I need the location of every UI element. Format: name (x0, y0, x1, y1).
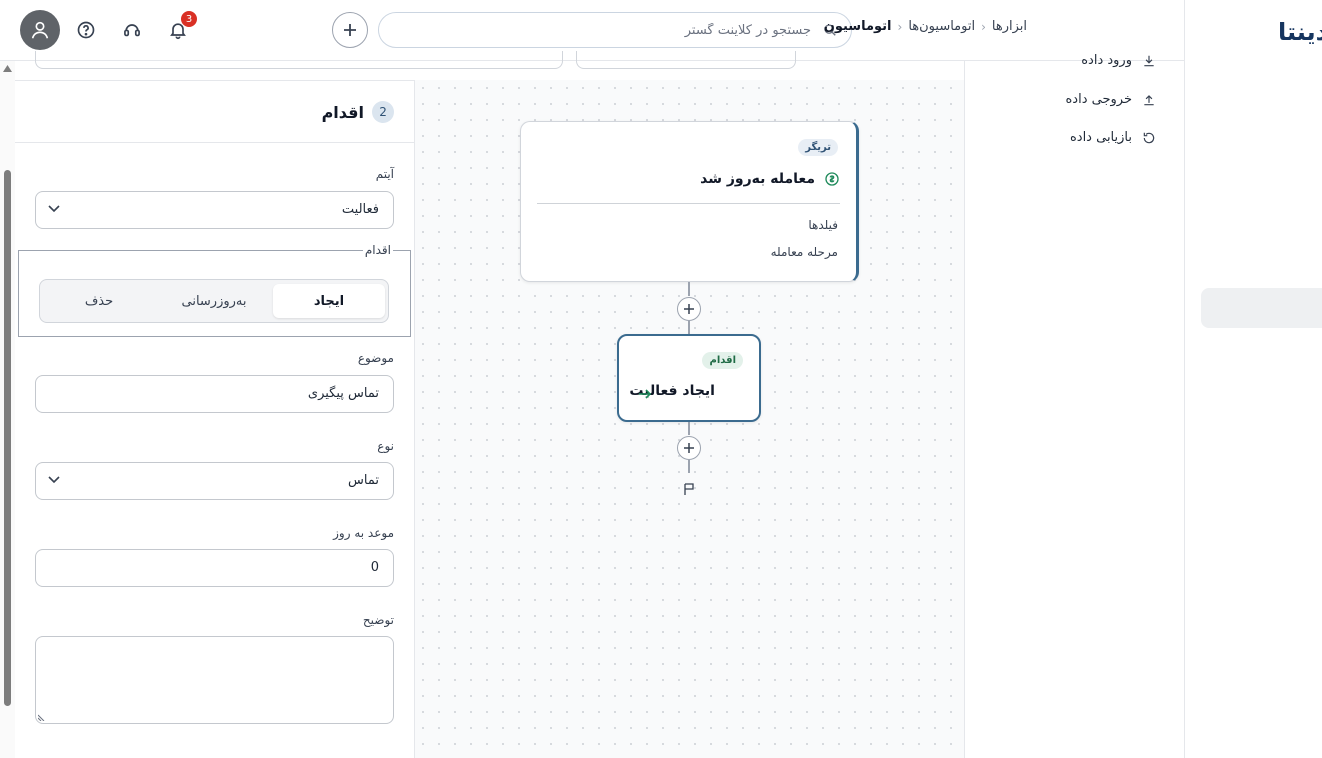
action-segmented-control: ایجاد به‌روزرسانی حذف (39, 279, 389, 323)
toolbar-strip (15, 51, 964, 81)
action-settings-panel: 2 اقدام آیتم فعالیت اقدام ایجاد به‌روزرس… (15, 81, 414, 758)
notification-count-badge: 3 (180, 10, 198, 28)
settings-menu-panel: ورود داده خروجی داده بازیابی داده (964, 53, 1184, 758)
upload-icon (1144, 94, 1154, 105)
action-tag: اقدام (702, 352, 743, 369)
chevron-down-icon (48, 476, 60, 484)
menu-item-label: بازیابی داده (1069, 130, 1132, 145)
subject-label: موضوع (357, 351, 394, 365)
deal-icon (825, 172, 839, 186)
resize-handle-icon[interactable] (38, 713, 46, 721)
subject-input-value: تماس پیگیری (307, 386, 379, 401)
connector-line (688, 282, 690, 296)
breadcrumb-separator: ‹ (897, 19, 903, 34)
trigger-title: معامله به‌روز شد (700, 171, 815, 187)
arrow-right-icon (639, 389, 652, 399)
connector-line (688, 460, 690, 473)
breadcrumb-separator: ‹ (981, 19, 986, 34)
item-select-value: فعالیت (341, 202, 379, 217)
scrollbar-thumb[interactable] (4, 170, 11, 706)
panel-header-divider (15, 142, 414, 143)
item-label: آیتم (375, 167, 394, 181)
type-select[interactable]: تماس (35, 462, 394, 500)
plus-icon (344, 24, 356, 36)
panel-header: 2 اقدام (322, 101, 394, 123)
scroll-up-arrow-icon[interactable] (3, 65, 12, 72)
breadcrumb-automations[interactable]: اتوماسیون‌ها (908, 19, 975, 34)
support-button[interactable] (114, 12, 150, 48)
action-node[interactable]: اقدام ایجاد فعالیت (617, 334, 761, 422)
subject-input[interactable]: تماس پیگیری (35, 375, 394, 413)
menu-item-label: خروجی داده (1065, 92, 1133, 107)
breadcrumb-current: اتوماسیون (823, 19, 892, 34)
help-button[interactable] (68, 12, 104, 48)
menu-item-export[interactable]: خروجی داده (1066, 92, 1157, 107)
trigger-node[interactable]: تریگر معامله به‌روز شد فیلدها مرحله معام… (520, 121, 859, 282)
step-number-badge: 2 (372, 101, 394, 123)
action-option-update[interactable]: به‌روزرسانی (158, 284, 270, 318)
chevron-down-icon (48, 205, 60, 213)
user-icon (31, 21, 49, 39)
description-textarea[interactable] (35, 636, 394, 724)
app-logo[interactable]: دینتا (1278, 18, 1322, 46)
plus-icon (684, 304, 694, 314)
end-flag-icon (684, 483, 694, 495)
item-select[interactable]: فعالیت (35, 191, 394, 229)
due-days-label: موعد به روز (333, 526, 394, 540)
help-icon (77, 21, 95, 39)
search-input[interactable] (391, 13, 811, 47)
trigger-field: فیلدها (808, 218, 838, 232)
status-select-edge[interactable] (576, 51, 796, 69)
add-button[interactable] (332, 12, 368, 48)
action-option-create[interactable]: ایجاد (273, 284, 385, 318)
breadcrumb: ابزارها ‹ اتوماسیون‌ها ‹ اتوماسیون (824, 19, 1027, 34)
description-label: توضیح (362, 613, 394, 627)
sidebar-divider (1184, 0, 1185, 758)
connector-line (688, 422, 690, 435)
headset-icon (124, 24, 140, 37)
menu-item-restore[interactable]: بازیابی داده (1070, 130, 1156, 145)
action-legend: اقدام (362, 243, 393, 257)
insert-step-button[interactable] (677, 297, 701, 321)
plus-icon (684, 443, 694, 453)
panel-title: اقدام (321, 102, 364, 122)
trigger-divider (537, 203, 840, 204)
action-option-delete[interactable]: حذف (43, 284, 155, 318)
restore-icon (1143, 132, 1155, 143)
name-input-edge[interactable] (35, 51, 563, 69)
type-select-value: تماس (348, 473, 379, 488)
sidebar-active-item[interactable] (1201, 288, 1322, 328)
trigger-title-row: معامله به‌روز شد (700, 171, 840, 187)
menu-item-label: ورود داده (1081, 53, 1132, 68)
trigger-tag: تریگر (798, 139, 838, 156)
due-days-input[interactable]: 0 (35, 549, 394, 587)
type-label: نوع (377, 439, 394, 453)
insert-step-button[interactable] (677, 436, 701, 460)
search-bar (378, 12, 852, 48)
menu-item-import[interactable]: ورود داده (1081, 53, 1156, 68)
download-icon (1144, 55, 1154, 66)
due-days-value: 0 (370, 560, 379, 575)
user-avatar-button[interactable] (20, 10, 60, 50)
trigger-field: مرحله معامله (770, 245, 838, 259)
connector-line (688, 321, 690, 334)
breadcrumb-tools[interactable]: ابزارها (992, 19, 1027, 34)
